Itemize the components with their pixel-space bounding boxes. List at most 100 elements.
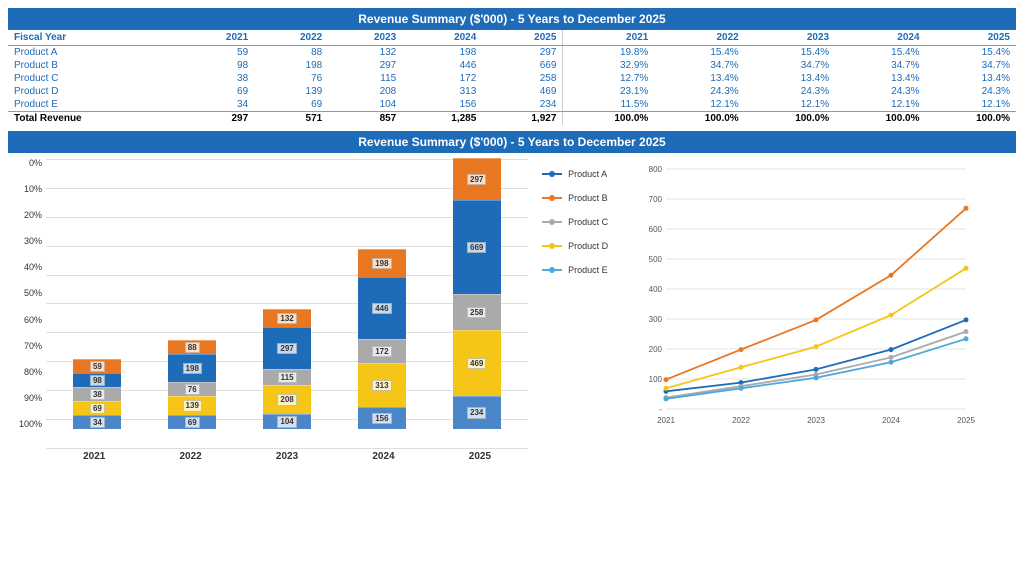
line-chart-legend: Product AProduct BProduct CProduct DProd… [536,159,636,442]
svg-text:200: 200 [649,345,663,354]
bar-value-label: 139 [183,400,202,412]
bar-x-label: 2021 [69,451,119,462]
bar-value-label: 76 [185,384,200,396]
right-col-2022: 2022 [654,30,744,46]
bar-value-label: 98 [90,375,105,387]
bar-segment: 208 [263,385,311,414]
charts-container: 100%90%80%70%60%50%40%30%20%10%0% 34 69 38… [8,153,1016,466]
bar-segment: 132 [263,309,311,327]
table-row: Product B98198297446669 [8,59,562,72]
col-2021: 2021 [180,30,254,46]
bar-segment: 34 [73,415,121,429]
bar-segment: 88 [168,340,216,354]
line-chart-svg-wrapper: 800700600500400300200100-202120222023202… [636,159,1008,442]
bar-value-label: 446 [372,303,391,315]
svg-text:2024: 2024 [882,416,900,425]
svg-text:500: 500 [649,255,663,264]
right-col-2024: 2024 [835,30,925,46]
svg-text:800: 800 [649,165,663,174]
bar-segment: 297 [263,327,311,369]
bar-column: 104 208 115 297 132 [262,159,312,429]
bar-segment: 69 [73,401,121,415]
svg-text:-: - [659,405,662,414]
table-row: Product D69139208313469 [8,85,562,98]
table-row: Product A5988132198297 [8,46,562,60]
right-table-row: 19.8%15.4%15.4%15.4%15.4% [563,46,1016,60]
y-axis-labels: 100%90%80%70%60%50%40%30%20%10%0% [12,159,42,429]
bar-value-label: 132 [277,313,296,325]
bar-value-label: 669 [467,242,486,254]
bar-value-label: 34 [90,417,105,429]
bar-value-label: 198 [183,363,202,375]
bar-x-label: 2024 [358,451,408,462]
svg-text:400: 400 [649,285,663,294]
table-wrapper: Fiscal Year 2021 2022 2023 2024 2025 Pro… [8,30,1016,125]
bar-segment: 198 [168,354,216,382]
svg-text:600: 600 [649,225,663,234]
bar-segment: 69 [168,415,216,429]
right-table-row: 32.9%34.7%34.7%34.7%34.7% [563,59,1016,72]
table-header: Revenue Summary ($'000) - 5 Years to Dec… [8,8,1016,30]
bar-column: 234469258669297 [452,159,502,429]
total-row: Total Revenue2975718571,2851,927 [8,112,562,126]
legend-item: Product D [542,241,632,251]
col-2023: 2023 [328,30,402,46]
main-container: Revenue Summary ($'000) - 5 Years to Dec… [0,0,1024,474]
bar-segment: 446 [358,277,406,339]
right-table-header-row: 2021 2022 2023 2024 2025 [563,30,1016,46]
bar-value-label: 313 [372,380,391,392]
bar-x-label: 2022 [166,451,216,462]
table-row: Product E3469104156234 [8,98,562,112]
bar-segment: 38 [73,387,121,401]
legend-item: Product A [542,169,632,179]
col-2022: 2022 [254,30,328,46]
svg-text:2025: 2025 [957,416,975,425]
bar-segment: 297 [453,158,501,200]
right-col-2021: 2021 [563,30,654,46]
bar-segment: 669 [453,200,501,294]
bar-value-label: 156 [372,413,391,425]
bar-value-label: 297 [277,343,296,355]
right-col-2025: 2025 [926,30,1016,46]
right-table-row: 23.1%24.3%24.3%24.3%24.3% [563,85,1016,98]
bar-value-label: 69 [90,403,105,415]
bar-value-label: 172 [372,346,391,358]
bar-value-label: 208 [277,394,296,406]
table-row: Product C3876115172258 [8,72,562,85]
col-2024: 2024 [402,30,482,46]
bar-x-label: 2023 [262,451,312,462]
right-col-2023: 2023 [745,30,835,46]
svg-text:2023: 2023 [807,416,825,425]
bar-value-label: 104 [277,416,296,428]
bar-segment: 313 [358,363,406,407]
table-header-row: Fiscal Year 2021 2022 2023 2024 2025 [8,30,562,46]
bar-segment: 469 [453,330,501,396]
col-2025: 2025 [482,30,562,46]
right-table-row: 11.5%12.1%12.1%12.1%12.1% [563,98,1016,112]
bar-segment: 76 [168,382,216,396]
right-table-row: 12.7%13.4%13.4%13.4%13.4% [563,72,1016,85]
right-table: 2021 2022 2023 2024 2025 19.8%15.4%15.4%… [562,30,1016,125]
bar-value-label: 88 [185,342,200,354]
legend-item: Product E [542,265,632,275]
bar-column: 69 139 76 198 88 [167,159,217,429]
charts-section: Revenue Summary ($'000) - 5 Years to Dec… [8,131,1016,466]
bar-chart-area: 100%90%80%70%60%50%40%30%20%10%0% 34 69 38… [8,153,532,466]
bar-value-label: 297 [467,174,486,186]
right-total-row: 100.0%100.0%100.0%100.0%100.0% [563,112,1016,126]
table-section: Revenue Summary ($'000) - 5 Years to Dec… [8,8,1016,125]
line-chart-svg: 800700600500400300200100-202120222023202… [636,159,976,439]
bar-value-label: 69 [185,417,200,429]
bar-segment: 156 [358,407,406,429]
bar-value-label: 115 [278,372,297,384]
chart-header: Revenue Summary ($'000) - 5 Years to Dec… [8,131,1016,153]
bar-column: 156 313 172 446 198 [357,159,407,429]
svg-text:100: 100 [649,375,663,384]
bar-segment: 139 [168,396,216,415]
svg-text:2022: 2022 [732,416,750,425]
bar-column: 34 69 3898 59 [72,159,122,429]
bar-segment: 59 [73,359,121,373]
bar-segment: 115 [263,369,311,385]
bar-segment: 198 [358,249,406,277]
left-table: Fiscal Year 2021 2022 2023 2024 2025 Pro… [8,30,562,125]
